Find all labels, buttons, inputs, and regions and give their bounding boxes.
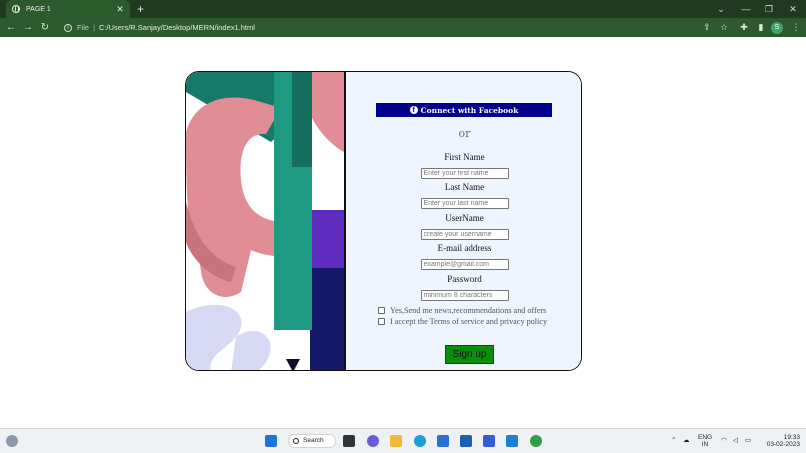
newsletter-checkbox-row[interactable]: Yes,Send me news,recommendations and off…: [378, 306, 546, 315]
signup-form: f Connect with Facebook or First Name La…: [346, 72, 581, 370]
terms-checkbox-label: I accept the Terms of service and privac…: [390, 317, 548, 326]
wifi-icon[interactable]: ◠: [721, 437, 727, 444]
last-name-label: Last Name: [444, 182, 485, 192]
chat-icon[interactable]: [367, 435, 379, 447]
terms-checkbox-row[interactable]: I accept the Terms of service and privac…: [378, 317, 547, 326]
password-group: Password: [346, 274, 581, 302]
share-icon[interactable]: ⇪: [699, 18, 715, 37]
battery-icon[interactable]: ▭: [745, 437, 751, 444]
first-name-label: First Name: [444, 152, 485, 162]
side-panel-icon[interactable]: ▮: [753, 18, 769, 37]
password-label: Password: [447, 274, 482, 284]
file-label: File: [77, 23, 90, 32]
first-name-group: First Name: [346, 152, 581, 180]
last-name-group: Last Name: [346, 182, 581, 210]
maximize-button[interactable]: ❐: [758, 0, 780, 18]
email-input[interactable]: [420, 259, 509, 270]
newsletter-checkbox-label: Yes,Send me news,recommendations and off…: [390, 306, 547, 315]
clock-time: 19:33: [783, 434, 800, 441]
windows-taskbar: Search ⌃ ☁ ENG IN ◠ ◁ ▭ 19:33 03-02-2023: [0, 428, 806, 453]
illustration-graphic: [186, 72, 344, 370]
facebook-connect-button[interactable]: f Connect with Facebook: [376, 103, 552, 117]
profile-avatar[interactable]: S: [771, 22, 783, 34]
password-input[interactable]: [420, 290, 509, 301]
tray-chevron-icon[interactable]: ⌃: [671, 437, 676, 444]
weather-icon[interactable]: [6, 435, 18, 447]
first-name-input[interactable]: [420, 168, 509, 179]
username-input[interactable]: [420, 229, 509, 240]
url-field[interactable]: i File | C:/Users/R.Sanjay/Desktop/MERN/…: [56, 20, 696, 35]
info-icon[interactable]: i: [64, 23, 72, 32]
mail-icon[interactable]: [460, 435, 472, 447]
new-tab-button[interactable]: +: [137, 2, 144, 16]
back-icon[interactable]: ←: [3, 18, 19, 37]
extensions-icon[interactable]: ✚: [736, 18, 752, 37]
signup-card: f Connect with Facebook or First Name La…: [185, 71, 582, 371]
language-indicator[interactable]: ENG IN: [698, 434, 712, 448]
taskbar-search-label: Search: [303, 437, 324, 444]
facebook-button-label: Connect with Facebook: [420, 105, 519, 115]
tab-search-icon[interactable]: ⌄: [710, 0, 732, 18]
language-region: IN: [701, 441, 709, 448]
taskbar-search[interactable]: Search: [288, 434, 336, 448]
volume-icon[interactable]: ◁: [733, 437, 738, 444]
browser-tab[interactable]: PAGE 1 ✕: [6, 0, 130, 18]
minimize-button[interactable]: —: [735, 0, 757, 18]
url-text: C:/Users/R.Sanjay/Desktop/MERN/index1.ht…: [99, 23, 255, 32]
search-icon: [293, 438, 299, 444]
decorative-illustration: [186, 72, 344, 370]
terms-checkbox[interactable]: [378, 318, 385, 325]
or-separator: or: [458, 127, 471, 140]
forward-icon[interactable]: →: [20, 18, 36, 37]
globe-icon: [12, 5, 20, 13]
vscode-icon[interactable]: [506, 435, 518, 447]
close-window-button[interactable]: ✕: [782, 0, 804, 18]
browser-tab-strip: PAGE 1 ✕ + ⌄ — ❐ ✕: [0, 0, 806, 18]
username-group: UserName: [346, 213, 581, 241]
newsletter-checkbox[interactable]: [378, 307, 385, 314]
tab-title: PAGE 1: [26, 5, 51, 13]
file-explorer-icon[interactable]: [390, 435, 402, 447]
start-windows-icon[interactable]: [265, 435, 277, 447]
sign-up-button[interactable]: Sign up: [445, 345, 494, 364]
clock-date: 03-02-2023: [766, 441, 800, 448]
task-view-icon[interactable]: [343, 435, 355, 447]
language-code: ENG: [698, 434, 713, 441]
tab-close-icon[interactable]: ✕: [114, 4, 126, 15]
email-label: E-mail address: [437, 243, 492, 253]
address-bar-row: ← → ↻ i File | C:/Users/R.Sanjay/Desktop…: [0, 18, 806, 37]
reload-icon[interactable]: ↻: [37, 18, 53, 37]
edge-icon[interactable]: [414, 435, 426, 447]
last-name-input[interactable]: [420, 198, 509, 209]
email-group: E-mail address: [346, 243, 581, 271]
facebook-icon: f: [409, 106, 418, 114]
url-separator: |: [93, 23, 96, 32]
bookmark-star-icon[interactable]: ☆: [716, 18, 732, 37]
onedrive-icon[interactable]: ☁: [683, 437, 690, 444]
clock[interactable]: 19:33 03-02-2023: [760, 434, 800, 448]
username-label: UserName: [445, 213, 484, 223]
more-menu-icon[interactable]: ⋮: [788, 18, 804, 37]
chrome-icon[interactable]: [530, 435, 542, 447]
vs-app-icon[interactable]: [483, 435, 495, 447]
calculator-icon[interactable]: [437, 435, 449, 447]
